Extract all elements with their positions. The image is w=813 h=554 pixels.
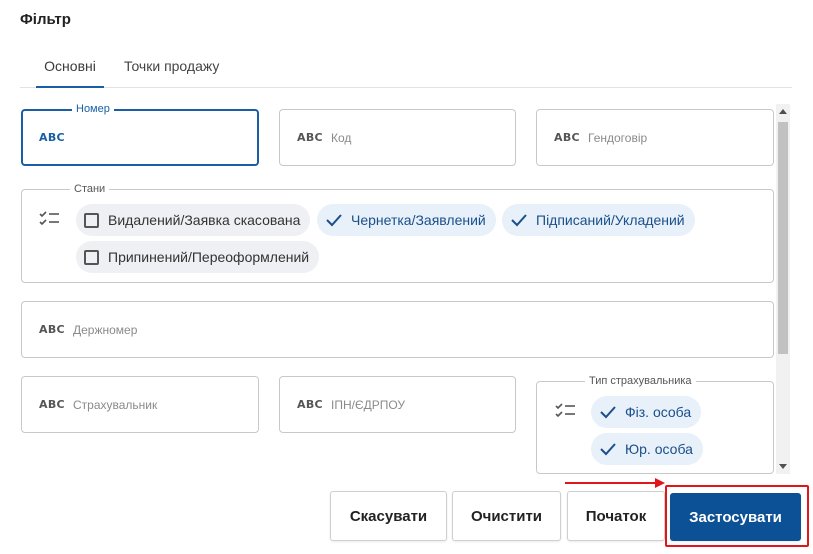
number-field[interactable]: Номер ABC <box>21 101 259 166</box>
states-group-label: Стани <box>70 181 110 197</box>
annotation-arrow-icon <box>565 478 665 488</box>
tab-basic[interactable]: Основні <box>36 50 104 88</box>
code-field-placeholder: Код <box>331 130 352 145</box>
check-icon <box>600 443 616 456</box>
scroll-up-arrow-icon[interactable] <box>779 109 787 114</box>
abc-icon: ABC <box>554 131 580 144</box>
checkbox-unchecked <box>84 249 99 265</box>
states-group: Стани Видалений/Заявка скасована Чернетк… <box>21 181 774 283</box>
scroll-down-arrow-icon[interactable] <box>779 464 787 469</box>
state-chip-terminated[interactable]: Припинений/Переоформлений <box>76 241 320 273</box>
insurer-type-chip-legal[interactable]: Юр. особа <box>591 433 703 465</box>
state-chip-draft[interactable]: Чернетка/Заявлений <box>317 204 496 236</box>
insurer-type-chip-label: Юр. особа <box>625 441 693 457</box>
checklist-icon <box>39 211 59 226</box>
abc-icon: ABC <box>39 323 65 336</box>
abc-icon: ABC <box>39 131 65 144</box>
scrollbar-thumb[interactable] <box>778 122 788 354</box>
tab-points-of-sale[interactable]: Точки продажу <box>124 50 219 88</box>
state-chip-label: Припинений/Переоформлений <box>108 249 310 265</box>
check-icon <box>326 214 342 227</box>
insurer-field[interactable]: ABC Страхувальник <box>21 376 259 433</box>
abc-icon: ABC <box>39 398 65 411</box>
tab-bar: Основні Точки продажу <box>20 50 792 88</box>
abc-icon: ABC <box>297 398 323 411</box>
number-field-label: Номер <box>72 101 114 117</box>
check-icon <box>600 406 616 419</box>
abc-icon: ABC <box>297 131 323 144</box>
tax-id-field[interactable]: ABC ІПН/ЄДРПОУ <box>279 376 516 433</box>
plate-number-field[interactable]: ABC Держномер <box>21 301 774 358</box>
state-chip-deleted[interactable]: Видалений/Заявка скасована <box>76 204 311 236</box>
checklist-icon <box>555 403 575 418</box>
clear-button[interactable]: Очистити <box>452 491 561 541</box>
cancel-button[interactable]: Скасувати <box>330 491 447 541</box>
insurer-type-group: Тип страхувальника Фіз. особа Юр. особа <box>536 373 774 474</box>
insurer-type-chip-individual[interactable]: Фіз. особа <box>591 396 702 428</box>
insurer-type-chip-label: Фіз. особа <box>625 404 692 420</box>
tax-id-field-placeholder: ІПН/ЄДРПОУ <box>331 397 406 412</box>
insurer-field-placeholder: Страхувальник <box>73 397 158 412</box>
state-chip-label: Підписаний/Укладений <box>536 212 685 228</box>
code-field[interactable]: ABC Код <box>279 109 516 166</box>
dialog-title: Фільтр <box>20 11 71 28</box>
plate-number-field-placeholder: Держномер <box>73 322 138 337</box>
state-chip-signed[interactable]: Підписаний/Укладений <box>502 204 695 236</box>
insurer-type-group-label: Тип страхувальника <box>585 373 696 389</box>
checkbox-unchecked <box>84 212 99 228</box>
master-agreement-field-placeholder: Гендоговір <box>588 130 648 145</box>
state-chip-label: Чернетка/Заявлений <box>351 212 486 228</box>
filter-form: Номер ABC ABC Код ABC Гендоговір Стани В… <box>0 90 790 475</box>
check-icon <box>511 214 527 227</box>
initial-button[interactable]: Початок <box>567 491 665 541</box>
vertical-scrollbar[interactable] <box>776 104 790 474</box>
state-chip-label: Видалений/Заявка скасована <box>108 212 301 228</box>
annotation-highlight-box <box>665 485 809 547</box>
master-agreement-field[interactable]: ABC Гендоговір <box>536 109 774 166</box>
